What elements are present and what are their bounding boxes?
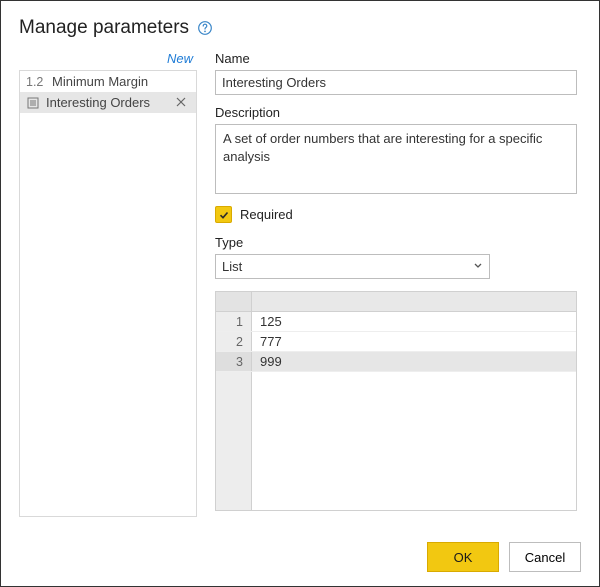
name-label: Name: [215, 51, 577, 66]
grid-filler: [216, 372, 576, 510]
list-icon: [26, 96, 40, 110]
new-row: New: [19, 49, 197, 70]
grid-gutter-header: [216, 292, 252, 311]
required-row: Required: [215, 206, 577, 223]
grid-row[interactable]: 1 125: [216, 312, 576, 332]
grid-body: 1 125 2 777 3 999: [216, 312, 576, 510]
grid-cell[interactable]: 125: [252, 312, 576, 331]
grid-cell[interactable]: 999: [252, 352, 576, 371]
help-icon[interactable]: [197, 20, 213, 36]
parameter-label: Minimum Margin: [52, 74, 190, 89]
description-input[interactable]: [215, 124, 577, 194]
grid-gutter-filler: [216, 372, 252, 510]
grid-cell[interactable]: 777: [252, 332, 576, 351]
grid-column-header: [252, 292, 576, 311]
right-panel: Name Description Required Type List: [215, 49, 581, 517]
parameter-item-interesting-orders[interactable]: Interesting Orders: [20, 92, 196, 113]
list-values-grid[interactable]: 1 125 2 777 3 999: [215, 291, 577, 511]
type-label: Type: [215, 235, 577, 250]
delete-parameter-icon[interactable]: [176, 95, 190, 110]
parameter-item-minimum-margin[interactable]: 1.2 Minimum Margin: [20, 71, 196, 92]
dialog-footer: OK Cancel: [427, 542, 581, 572]
title-row: Manage parameters: [19, 17, 581, 39]
cancel-button[interactable]: Cancel: [509, 542, 581, 572]
grid-cell-filler: [252, 372, 576, 510]
grid-row-number: 1: [216, 312, 252, 331]
grid-row[interactable]: 2 777: [216, 332, 576, 352]
grid-row-number: 2: [216, 332, 252, 351]
name-input[interactable]: [215, 70, 577, 95]
dialog-root: Manage parameters New 1.2 Minimum Margin: [1, 1, 599, 517]
required-label: Required: [240, 207, 293, 222]
parameter-label: Interesting Orders: [46, 95, 170, 110]
dialog-body: New 1.2 Minimum Margin: [19, 49, 581, 517]
dialog-title: Manage parameters: [19, 17, 189, 39]
type-select-value: List: [215, 254, 490, 279]
left-panel: New 1.2 Minimum Margin: [19, 49, 197, 517]
grid-header: [216, 292, 576, 312]
grid-row[interactable]: 3 999: [216, 352, 576, 372]
grid-row-number: 3: [216, 352, 252, 371]
type-select[interactable]: List: [215, 254, 490, 279]
parameter-prefix: 1.2: [26, 75, 46, 89]
new-parameter-link[interactable]: New: [167, 51, 193, 66]
parameter-list: 1.2 Minimum Margin Interesting Orders: [19, 70, 197, 517]
ok-button[interactable]: OK: [427, 542, 499, 572]
description-label: Description: [215, 105, 577, 120]
required-checkbox[interactable]: [215, 206, 232, 223]
